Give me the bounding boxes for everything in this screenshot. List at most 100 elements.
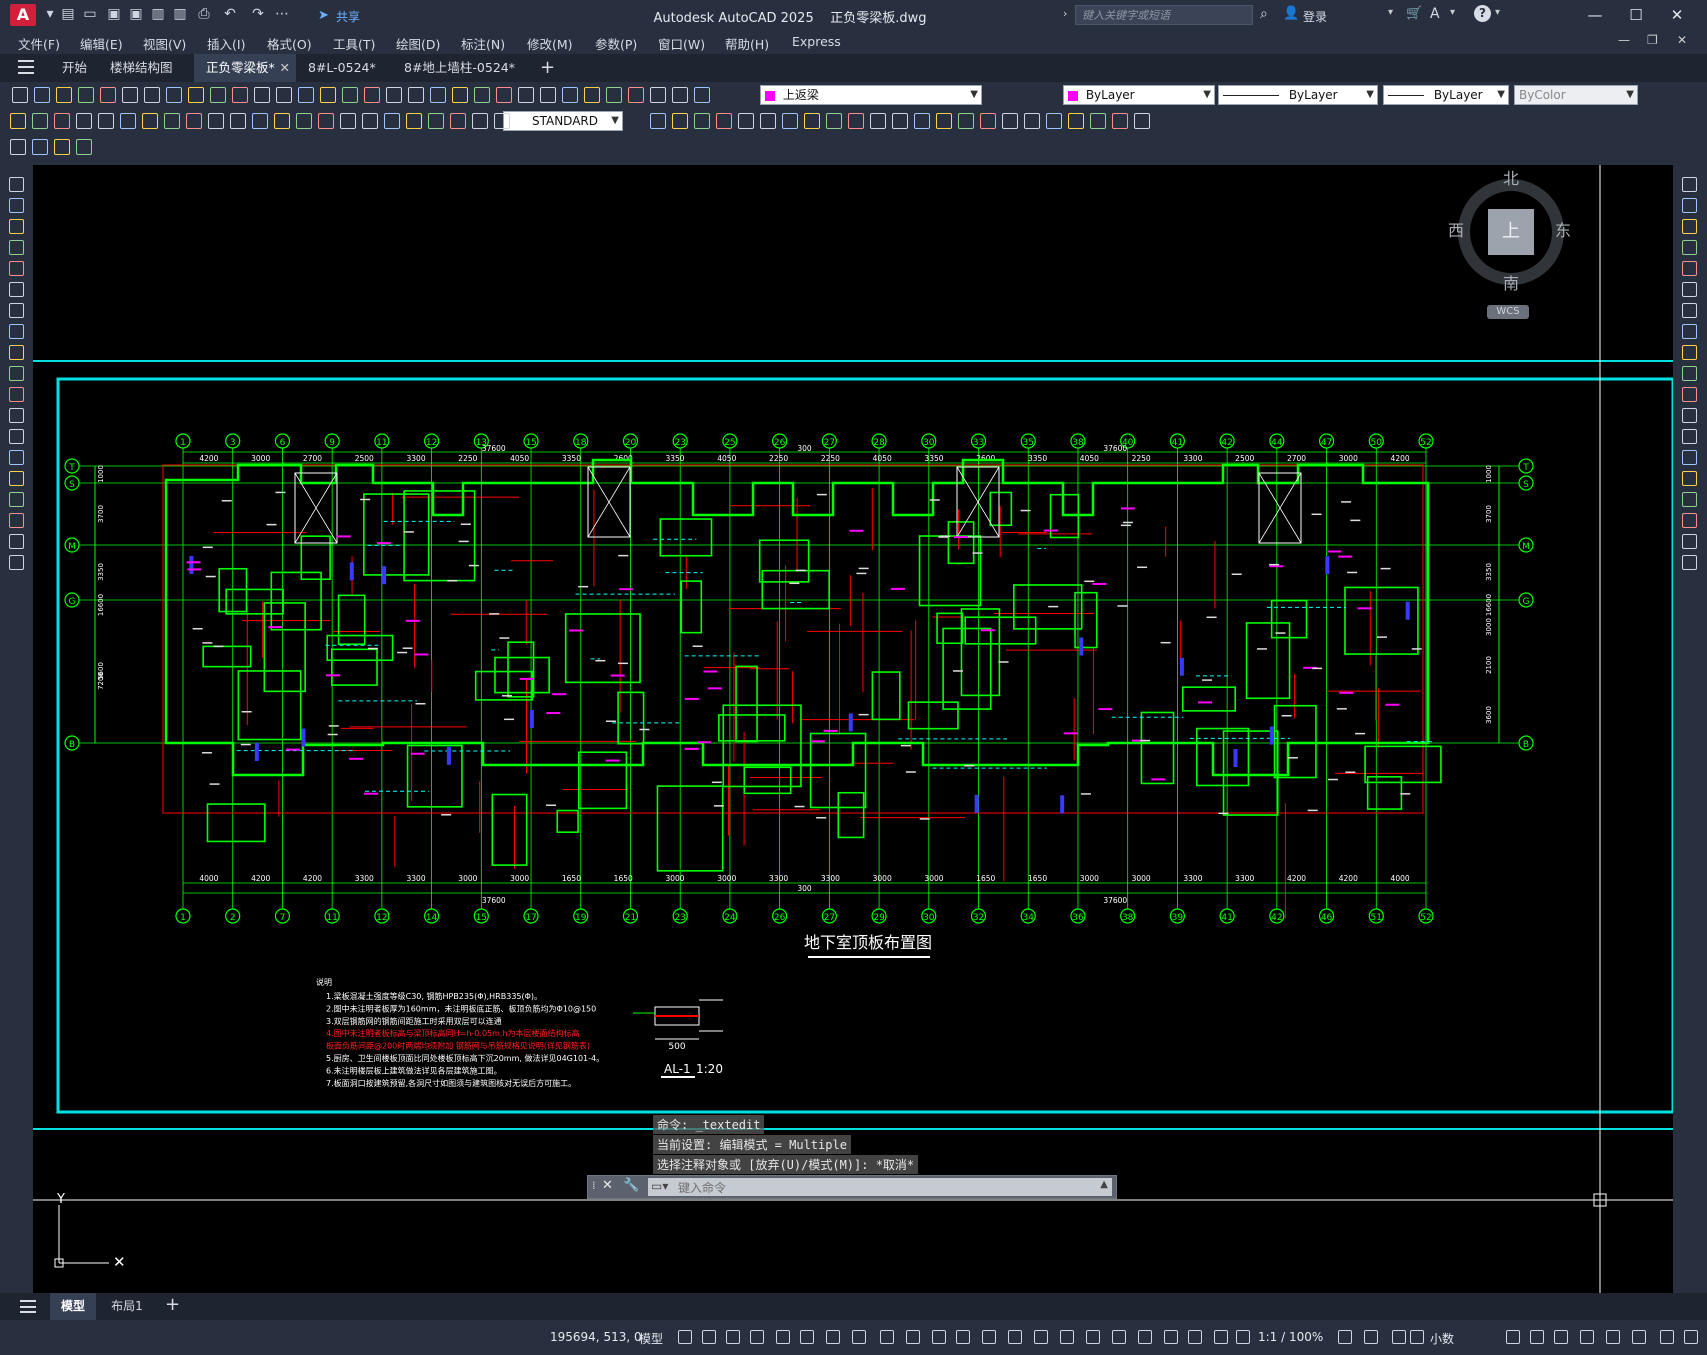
toolbar-tool-icon[interactable] (122, 87, 138, 103)
toolbar-tool-icon[interactable] (494, 113, 510, 129)
toolbar-tool-icon[interactable] (340, 113, 356, 129)
compass-north[interactable]: 北 (1503, 165, 1519, 189)
toolbar-tool-icon[interactable] (188, 87, 204, 103)
autodesk-app-icon[interactable]: A (1430, 6, 1440, 22)
toolbar-tool-icon[interactable] (408, 87, 424, 103)
toolbar-tool-icon[interactable] (406, 113, 422, 129)
status-toggle-icon[interactable] (1684, 1330, 1698, 1344)
toolbar-tool-icon[interactable] (650, 113, 666, 129)
menu-help[interactable]: 帮助(H) (725, 34, 769, 53)
toolbar-tool-icon[interactable] (364, 87, 380, 103)
toolbar-tool-icon[interactable] (384, 113, 400, 129)
status-toggle-icon[interactable] (1034, 1330, 1048, 1344)
status-toggle-icon[interactable] (1138, 1330, 1152, 1344)
doc-restore-icon[interactable]: ❐ (1647, 33, 1658, 47)
cart-icon[interactable]: 🛒 (1406, 6, 1422, 21)
search-input[interactable]: 键入关键字或短语 (1075, 5, 1253, 25)
toolbar-tool-icon[interactable] (54, 113, 70, 129)
toolbar-tool-icon[interactable] (32, 139, 48, 155)
modify-tool-icon[interactable] (1682, 534, 1697, 549)
toolbar-tool-icon[interactable] (672, 87, 688, 103)
draw-tool-icon[interactable] (9, 513, 24, 528)
status-toggle-icon[interactable] (1410, 1330, 1424, 1344)
menu-file[interactable]: 文件(F) (18, 34, 60, 53)
status-toggle-icon[interactable] (1086, 1330, 1100, 1344)
toolbar-tool-icon[interactable] (452, 87, 468, 103)
menu-edit[interactable]: 编辑(E) (80, 34, 123, 53)
coordinates[interactable]: 195694, 513, 0 (550, 1330, 642, 1344)
draw-tool-icon[interactable] (9, 450, 24, 465)
toolbar-tool-icon[interactable] (936, 113, 952, 129)
login-dropdown-icon[interactable]: ▾ (1388, 7, 1393, 18)
modify-tool-icon[interactable] (1682, 471, 1697, 486)
toolbar-tool-icon[interactable] (694, 113, 710, 129)
toolbar-tool-icon[interactable] (318, 113, 334, 129)
draw-tool-icon[interactable] (9, 303, 24, 318)
status-toggle-icon[interactable] (1164, 1330, 1178, 1344)
menu-dropdown-icon[interactable]: ▾ (42, 6, 58, 22)
toolbar-tool-icon[interactable] (1090, 113, 1106, 129)
modify-tool-icon[interactable] (1682, 408, 1697, 423)
toolbar-tool-icon[interactable] (716, 113, 732, 129)
toolbar-tool-icon[interactable] (628, 87, 644, 103)
status-toggle-icon[interactable] (702, 1330, 716, 1344)
status-toggle-icon[interactable] (1606, 1330, 1620, 1344)
toolbar-tool-icon[interactable] (518, 87, 534, 103)
status-toggle-icon[interactable] (678, 1330, 692, 1344)
status-toggle-icon[interactable] (1112, 1330, 1126, 1344)
model-space-button[interactable]: 模型 (639, 1330, 663, 1347)
undo-icon[interactable]: ↶ (222, 6, 238, 22)
lineweight-dropdown[interactable]: ByLayer ▼ (1383, 85, 1509, 105)
wrench-icon[interactable]: 🔧 (623, 1178, 639, 1193)
autocad-logo[interactable]: A (10, 4, 36, 26)
status-toggle-icon[interactable] (880, 1330, 894, 1344)
status-toggle-icon[interactable] (826, 1330, 840, 1344)
toolbar-tool-icon[interactable] (672, 113, 688, 129)
toolbar-tool-icon[interactable] (210, 87, 226, 103)
modify-tool-icon[interactable] (1682, 429, 1697, 444)
tab-active-drawing[interactable]: 正负零梁板* ✕ (194, 54, 296, 82)
toolbar-tool-icon[interactable] (320, 87, 336, 103)
status-toggle-icon[interactable] (1008, 1330, 1022, 1344)
status-toggle-icon[interactable] (1554, 1330, 1568, 1344)
toolbar-tool-icon[interactable] (232, 87, 248, 103)
status-toggle-icon[interactable] (1632, 1330, 1646, 1344)
viewcube-top-face[interactable]: 上 (1488, 209, 1534, 255)
layout-menu-icon[interactable] (20, 1300, 36, 1313)
toolbar-tool-icon[interactable] (32, 113, 48, 129)
draw-tool-icon[interactable] (9, 240, 24, 255)
draw-tool-icon[interactable] (9, 366, 24, 381)
save-as-icon[interactable]: ▣ (128, 6, 144, 22)
toolbar-tool-icon[interactable] (472, 113, 488, 129)
toolbar-tool-icon[interactable] (254, 87, 270, 103)
toolbar-tool-icon[interactable] (782, 113, 798, 129)
status-toggle-icon[interactable] (1364, 1330, 1378, 1344)
draw-tool-icon[interactable] (9, 534, 24, 549)
toolbar-tool-icon[interactable] (914, 113, 930, 129)
status-toggle-icon[interactable] (1338, 1330, 1352, 1344)
toolbar-tool-icon[interactable] (208, 113, 224, 129)
toolbar-tool-icon[interactable] (10, 139, 26, 155)
toolbar-tool-icon[interactable] (826, 113, 842, 129)
toolbar-tool-icon[interactable] (1134, 113, 1150, 129)
modify-tool-icon[interactable] (1682, 219, 1697, 234)
tab-stair-structure[interactable]: 楼梯结构图 (98, 54, 185, 82)
tab-8l[interactable]: 8#L-0524* (296, 54, 388, 82)
toolbar-tool-icon[interactable] (1002, 113, 1018, 129)
toolbar-tool-icon[interactable] (10, 113, 26, 129)
command-history-toggle-icon[interactable]: ▲ (1100, 1179, 1108, 1190)
status-toggle-icon[interactable] (906, 1330, 920, 1344)
toolbar-tool-icon[interactable] (100, 87, 116, 103)
status-toggle-icon[interactable] (1580, 1330, 1594, 1344)
hamburger-menu-icon[interactable] (18, 60, 34, 74)
toolbar-tool-icon[interactable] (296, 113, 312, 129)
menu-modify[interactable]: 修改(M) (527, 34, 573, 53)
draw-tool-icon[interactable] (9, 219, 24, 234)
draw-tool-icon[interactable] (9, 177, 24, 192)
draw-tool-icon[interactable] (9, 387, 24, 402)
modify-tool-icon[interactable] (1682, 450, 1697, 465)
toolbar-tool-icon[interactable] (958, 113, 974, 129)
status-toggle-icon[interactable] (726, 1330, 740, 1344)
status-toggle-icon[interactable] (1236, 1330, 1250, 1344)
toolbar-tool-icon[interactable] (496, 87, 512, 103)
